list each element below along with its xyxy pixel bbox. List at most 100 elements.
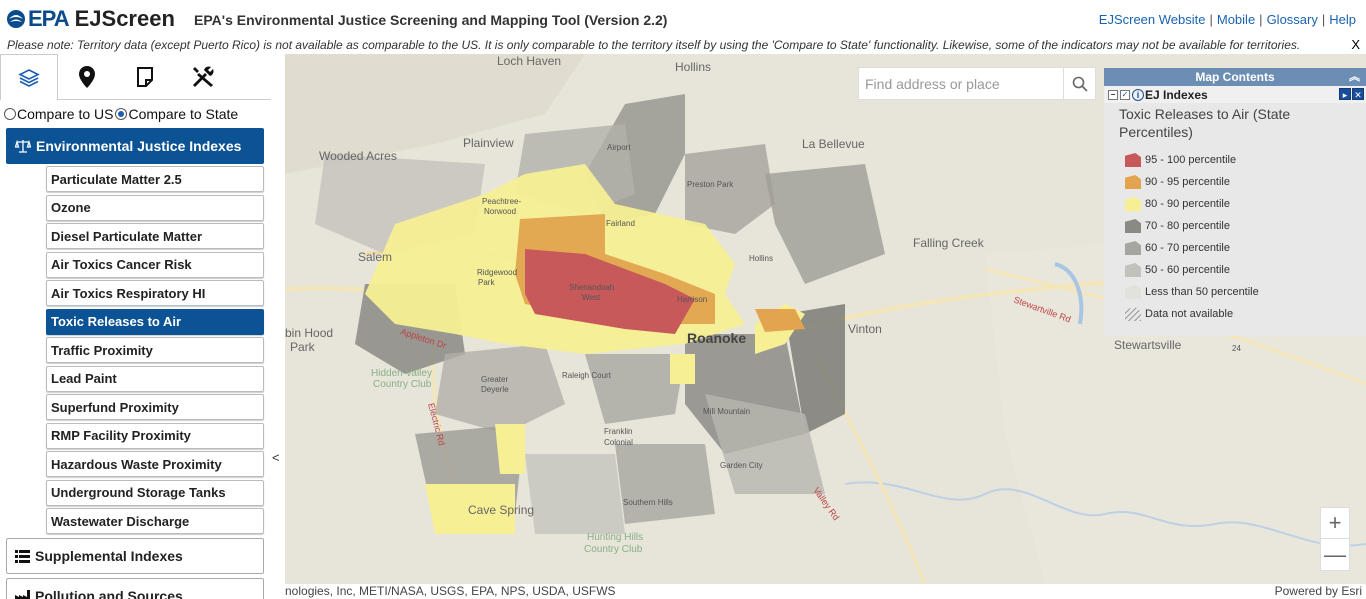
- layer-remove-icon[interactable]: ✕: [1352, 88, 1364, 100]
- search-button[interactable]: [1063, 68, 1095, 99]
- report-icon: [137, 67, 153, 87]
- group-ej-indexes[interactable]: Environmental Justice Indexes: [6, 128, 264, 164]
- layers-icon: [18, 68, 40, 87]
- group-ej-label: Environmental Justice Indexes: [36, 138, 242, 154]
- compare-options: Compare to US Compare to State: [0, 100, 271, 128]
- legend-swatch: [1125, 263, 1141, 277]
- label-preston-park: Preston Park: [687, 180, 734, 189]
- collapse-layer-toggle[interactable]: −: [1108, 89, 1118, 100]
- item-air-toxics-cancer[interactable]: Air Toxics Cancer Risk: [46, 251, 264, 278]
- label-robin-hood: bin Hood: [285, 326, 333, 340]
- help-link[interactable]: Help: [1329, 12, 1356, 27]
- collapse-chevron-icon[interactable]: ︽: [1349, 68, 1360, 86]
- notice-close-button[interactable]: X: [1351, 36, 1360, 54]
- label-falling-creek: Falling Creek: [913, 236, 985, 250]
- legend-swatch: [1125, 197, 1141, 211]
- collapse-panel-button[interactable]: <: [272, 450, 280, 465]
- info-icon[interactable]: i: [1132, 88, 1144, 101]
- epa-globe-icon: [7, 10, 25, 28]
- map-contents-title: Map Contents: [1195, 70, 1275, 84]
- compare-state-label: Compare to State: [128, 106, 239, 122]
- tools-icon: [193, 66, 214, 87]
- territory-notice: Please note: Territory data (except Puer…: [0, 36, 1366, 54]
- label-hunting-hills-cc: Country Club: [584, 544, 643, 555]
- label-stewartsville: Stewartsville: [1114, 338, 1182, 352]
- list-icon: [15, 549, 30, 563]
- item-wastewater[interactable]: Wastewater Discharge: [46, 508, 264, 534]
- zoom-out-button[interactable]: —: [1321, 539, 1349, 570]
- layer-options-icon[interactable]: ▸: [1339, 88, 1351, 100]
- label-ridgewood: Ridgewood: [477, 268, 517, 277]
- group-supplemental-label: Supplemental Indexes: [35, 548, 183, 564]
- map-attribution: nologies, Inc, METI/NASA, USGS, EPA, NPS…: [285, 584, 1366, 599]
- map-contents-panel: Map Contents ︽ − ✓ i EJ Indexes ▸ ✕ Toxi…: [1104, 68, 1366, 336]
- label-harrison: Harrison: [677, 295, 707, 304]
- radio-state[interactable]: [115, 108, 128, 120]
- compare-state-radio[interactable]: Compare to State: [115, 106, 238, 122]
- group-pollution-label: Pollution and Sources: [35, 588, 183, 599]
- powered-by-esri[interactable]: Powered by Esri: [1275, 584, 1362, 599]
- tab-tools[interactable]: [174, 54, 232, 100]
- item-pm25[interactable]: Particulate Matter 2.5: [46, 166, 264, 192]
- map-contents-header[interactable]: Map Contents ︽: [1104, 68, 1366, 86]
- group-pollution[interactable]: Pollution and Sources: [6, 578, 264, 599]
- label-wooded-acres: Wooded Acres: [319, 149, 397, 163]
- item-traffic[interactable]: Traffic Proximity: [46, 337, 264, 363]
- label-greater: Greater: [481, 375, 508, 384]
- epa-logo[interactable]: EPA EJScreen: [6, 6, 175, 32]
- label-hunting-hills: Hunting Hills: [587, 532, 643, 543]
- mobile-link[interactable]: Mobile: [1217, 12, 1255, 27]
- compare-us-radio[interactable]: Compare to US: [4, 106, 113, 122]
- tab-reports[interactable]: [116, 54, 174, 100]
- tab-layers[interactable]: [0, 54, 58, 100]
- legend-item: Less than 50 percentile: [1125, 281, 1366, 303]
- panel-tabs: [0, 54, 271, 100]
- label-hollins-east: Hollins: [749, 254, 773, 263]
- search-input[interactable]: [859, 68, 1063, 99]
- label-plainview: Plainview: [463, 136, 514, 150]
- radio-us[interactable]: [4, 108, 16, 120]
- legend-item: 70 - 80 percentile: [1125, 215, 1366, 237]
- item-toxic-releases[interactable]: Toxic Releases to Air: [46, 308, 264, 335]
- label-colonial: Colonial: [604, 438, 633, 447]
- legend-label: 90 - 95 percentile: [1145, 176, 1230, 188]
- legend-item: 60 - 70 percentile: [1125, 237, 1366, 259]
- label-shenandoah-west: West: [582, 293, 601, 302]
- label-peachtree: Peachtree-: [482, 197, 521, 206]
- legend-label: 80 - 90 percentile: [1145, 198, 1230, 210]
- item-hazardous-waste[interactable]: Hazardous Waste Proximity: [46, 451, 264, 477]
- app-name: EJScreen: [74, 6, 175, 31]
- item-air-toxics-resp[interactable]: Air Toxics Respiratory HI: [46, 280, 264, 306]
- layer-row: − ✓ i EJ Indexes ▸ ✕: [1104, 86, 1366, 103]
- legend-swatch: [1125, 219, 1141, 233]
- scale-icon: [15, 139, 31, 153]
- legend: 95 - 100 percentile 90 - 95 percentile 8…: [1104, 149, 1366, 325]
- location-pin-icon: [79, 66, 95, 88]
- zoom-control: + —: [1320, 507, 1350, 571]
- search-icon: [1072, 76, 1088, 92]
- ejscreen-website-link[interactable]: EJScreen Website: [1099, 12, 1206, 27]
- label-ridgewood-park: Park: [478, 278, 495, 287]
- item-ust[interactable]: Underground Storage Tanks: [46, 479, 264, 506]
- item-rmp[interactable]: RMP Facility Proximity: [46, 422, 264, 449]
- factory-icon: [15, 589, 30, 599]
- layer-visibility-checkbox[interactable]: ✓: [1120, 89, 1130, 100]
- legend-label: 60 - 70 percentile: [1145, 242, 1230, 254]
- item-diesel-pm[interactable]: Diesel Particulate Matter: [46, 223, 264, 249]
- glossary-link[interactable]: Glossary: [1267, 12, 1318, 27]
- tab-location[interactable]: [58, 54, 116, 100]
- label-southern-hills: Southern Hills: [623, 498, 673, 507]
- item-superfund[interactable]: Superfund Proximity: [46, 394, 264, 420]
- layer-name: EJ Indexes: [1145, 87, 1208, 102]
- item-ozone[interactable]: Ozone: [46, 194, 264, 221]
- label-garden-city: Garden City: [720, 461, 763, 470]
- zoom-in-button[interactable]: +: [1321, 508, 1349, 539]
- legend-swatch-hatch: [1125, 307, 1141, 321]
- legend-item: 90 - 95 percentile: [1125, 171, 1366, 193]
- item-lead-paint[interactable]: Lead Paint: [46, 365, 264, 392]
- legend-swatch: [1125, 175, 1141, 189]
- legend-label: Data not available: [1145, 308, 1234, 320]
- legend-label: 70 - 80 percentile: [1145, 220, 1230, 232]
- group-supplemental[interactable]: Supplemental Indexes: [6, 538, 264, 574]
- sublayer-title: Toxic Releases to Air (State Percentiles…: [1119, 106, 1291, 140]
